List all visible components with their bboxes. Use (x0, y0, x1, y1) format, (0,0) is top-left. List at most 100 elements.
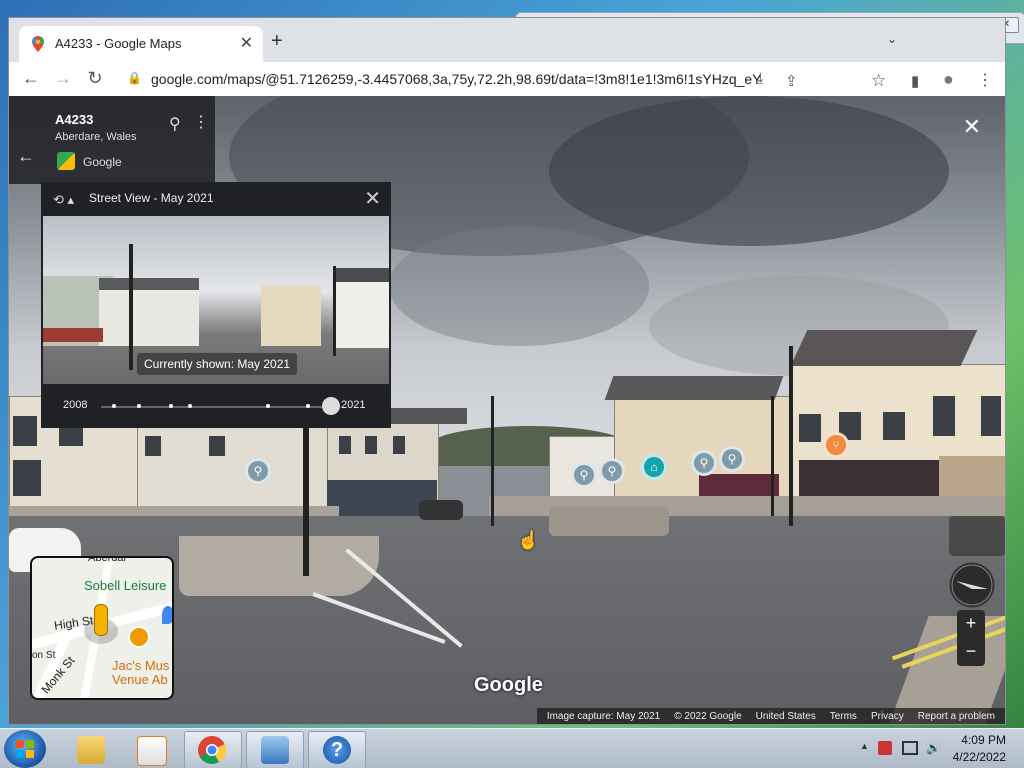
timeline-preview-image[interactable]: Currently shown: May 2021 (43, 216, 389, 384)
place-info-card: ← A4233 Aberdare, Wales ⚲ ⋮ Google (9, 96, 215, 184)
place-name: A4233 (55, 112, 94, 127)
google-watermark: Google (474, 674, 543, 696)
slider-track[interactable] (101, 406, 331, 408)
reload-button[interactable]: ↻ (83, 68, 107, 89)
attraction-marker[interactable]: ⌂ (641, 454, 667, 480)
back-arrow-icon[interactable]: ← (17, 146, 35, 167)
history-icon[interactable]: ⟲ ▴ (53, 192, 74, 208)
map-pin-marker[interactable]: ⚲ (599, 458, 625, 484)
tab-google-maps[interactable]: A4233 - Google Maps ✕ (19, 26, 263, 62)
pin-icon[interactable]: ⚲ (169, 114, 181, 134)
folder-icon (77, 736, 105, 764)
timeline-tick[interactable] (306, 404, 310, 408)
minimap-label: Jac's Mus (112, 658, 170, 673)
minimap-label: Venue Ab (112, 672, 168, 687)
timeline-tick[interactable] (266, 404, 270, 408)
control-panel-button[interactable] (246, 731, 304, 768)
compass-icon[interactable] (949, 562, 995, 608)
currently-shown-tooltip: Currently shown: May 2021 (137, 353, 298, 375)
timeline-tick[interactable] (137, 404, 141, 408)
minimap[interactable]: Aberdar Sobell Leisure High St on St Mon… (30, 556, 174, 700)
copyright-text: © 2022 Google (674, 710, 742, 722)
map-pin-marker[interactable]: ⚲ (571, 462, 597, 488)
restaurant-marker[interactable]: ⑂ (823, 432, 849, 458)
show-hidden-icons-icon[interactable]: ▲ (860, 741, 869, 751)
network-icon[interactable] (902, 741, 918, 755)
place-location: Aberdare, Wales (55, 131, 137, 143)
terms-link[interactable]: Terms (830, 711, 857, 722)
file-explorer-button[interactable] (62, 731, 120, 768)
dark-car (419, 500, 463, 520)
close-tab-icon[interactable]: ✕ (240, 33, 253, 53)
control-panel-icon (261, 736, 289, 764)
map-pin-marker[interactable]: ⚲ (719, 446, 745, 472)
lock-icon[interactable]: 🔒 (127, 71, 142, 85)
address-bar[interactable]: 🔒 google.com/maps/@51.7126259,-3.4457068… (117, 65, 807, 93)
browser-toolbar: ← → ↻ 🔒 google.com/maps/@51.7126259,-3.4… (9, 62, 1005, 97)
side-panel-icon[interactable]: ▮ (911, 72, 919, 90)
street-view[interactable]: ⚲ ⚲ ⚲ ⌂ ⚲ ⚲ ⑂ ← A4233 Aberdare, Wales ⚲ … (9, 96, 1005, 724)
close-timeline-icon[interactable]: ✕ (364, 186, 381, 211)
minimap-label: Aberdar (88, 556, 128, 564)
browser-menu-icon[interactable]: ⋮ (977, 70, 993, 90)
tab-search-icon[interactable]: ⌄ (887, 32, 897, 46)
tab-title: A4233 - Google Maps (55, 36, 182, 51)
clock-date[interactable]: 4/22/2022 (953, 750, 1006, 764)
map-pin-marker[interactable]: ⚲ (691, 450, 717, 476)
image-capture-date: Image capture: May 2021 (546, 710, 661, 722)
more-options-icon[interactable]: ⋮ (193, 112, 209, 132)
browser-window: A4233 - Google Maps ✕ + ⌄ ← → ↻ 🔒 google… (8, 17, 1006, 725)
hand-cursor-icon: ☝ (517, 530, 540, 550)
profile-icon[interactable]: ● (943, 69, 954, 90)
volume-icon[interactable]: 🔊 (926, 741, 941, 755)
map-pin-marker[interactable]: ⚲ (245, 458, 271, 484)
close-street-view-icon[interactable]: ✕ (963, 114, 981, 140)
place-marker-icon[interactable] (162, 606, 172, 624)
chrome-taskbar-button[interactable] (184, 731, 242, 768)
media-player-icon (137, 736, 167, 766)
van (949, 516, 1005, 556)
google-logo-icon (57, 152, 75, 170)
chrome-icon (198, 736, 227, 764)
zoom-out-button[interactable]: − (957, 638, 985, 666)
timeline-tick[interactable] (112, 404, 116, 408)
install-icon[interactable]: ⤓ (757, 70, 764, 87)
tab-bar: A4233 - Google Maps ✕ + ⌄ (9, 18, 1005, 62)
system-tray: ▲ 🔊 4:09 PM 4/22/2022 (834, 729, 1024, 768)
action-center-icon[interactable] (878, 741, 892, 755)
windows-logo-icon (16, 740, 34, 758)
forward-button[interactable]: → (51, 68, 75, 89)
taskbar: ? ▲ 🔊 4:09 PM 4/22/2022 (0, 728, 1024, 768)
timeline-tick[interactable] (169, 404, 173, 408)
slider-handle[interactable] (322, 397, 340, 415)
report-problem-link[interactable]: Report a problem (918, 711, 995, 722)
clock-time[interactable]: 4:09 PM (961, 733, 1006, 747)
zoom-controls: + − (957, 610, 985, 666)
minimap-label: Sobell Leisure (84, 578, 167, 593)
google-maps-icon (32, 36, 44, 52)
traffic-island (179, 536, 379, 596)
country-link[interactable]: United States (756, 711, 816, 722)
timeline-start-year: 2008 (63, 399, 88, 411)
timeline-title: Street View - May 2021 (89, 191, 214, 205)
new-tab-button[interactable]: + (271, 30, 283, 53)
bookmark-star-icon[interactable]: ☆ (871, 71, 886, 91)
time-travel-panel: ⟲ ▴ Street View - May 2021 ✕ Currently s… (41, 182, 391, 428)
privacy-link[interactable]: Privacy (871, 711, 904, 722)
back-button[interactable]: ← (19, 68, 43, 89)
timeline-tick[interactable] (188, 404, 192, 408)
zoom-in-button[interactable]: + (957, 610, 985, 638)
help-button[interactable]: ? (308, 731, 366, 768)
timeline-slider[interactable]: 2008 2021 (41, 386, 391, 428)
street-view-footer: Image capture: May 2021 © 2022 Google Un… (536, 708, 1005, 724)
url-text[interactable]: google.com/maps/@51.7126259,-3.4457068,3… (151, 71, 761, 87)
provider-label: Google (83, 155, 122, 169)
venue-marker-icon[interactable] (128, 626, 150, 648)
pegman-icon[interactable] (94, 604, 108, 636)
share-icon[interactable]: ⇪ (785, 72, 798, 90)
start-button[interactable] (4, 730, 46, 768)
timeline-end-year: 2021 (341, 399, 366, 411)
help-icon: ? (323, 736, 351, 764)
media-player-button[interactable] (122, 731, 180, 768)
minimap-label: on St (32, 650, 56, 661)
